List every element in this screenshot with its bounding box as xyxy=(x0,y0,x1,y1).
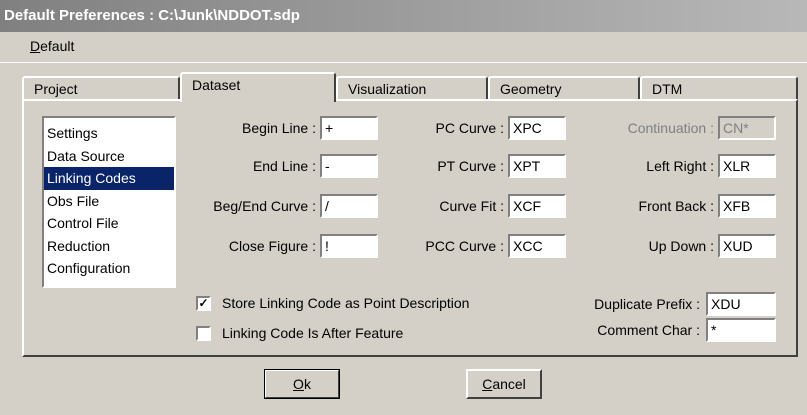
ok-rest: k xyxy=(303,376,311,392)
store-linking-code-label: Store Linking Code as Point Description xyxy=(222,295,470,311)
category-list[interactable]: Settings Data Source Linking Codes Obs F… xyxy=(42,116,176,288)
curve-fit-label: Curve Fit : xyxy=(439,198,504,214)
tab-dtm[interactable]: DTM xyxy=(640,76,798,100)
begin-line-label: Begin Line : xyxy=(242,120,316,136)
tab-dataset-label: Dataset xyxy=(192,77,241,93)
list-item-data-source[interactable]: Data Source xyxy=(44,145,174,168)
close-figure-input[interactable]: ! xyxy=(320,234,378,258)
tab-dtm-label: DTM xyxy=(652,81,683,97)
end-line-input[interactable]: - xyxy=(320,154,378,178)
left-right-label: Left Right : xyxy=(646,158,714,174)
list-item-settings[interactable]: Settings xyxy=(44,122,174,145)
left-right-input[interactable]: XLR xyxy=(718,154,776,178)
front-back-label: Front Back : xyxy=(638,198,714,214)
pcc-curve-label: PCC Curve : xyxy=(425,238,504,254)
pcc-curve-input[interactable]: XCC xyxy=(508,234,566,258)
comment-char-input[interactable]: * xyxy=(706,318,776,342)
list-item-configuration[interactable]: Configuration xyxy=(44,257,174,280)
ok-button[interactable]: Ok xyxy=(264,369,340,399)
cancel-accel: C xyxy=(482,376,493,392)
menu-bar: Default xyxy=(0,32,807,63)
list-item-obs-file[interactable]: Obs File xyxy=(44,190,174,213)
list-item-reduction[interactable]: Reduction xyxy=(44,235,174,258)
pt-curve-input[interactable]: XPT xyxy=(508,154,566,178)
up-down-label: Up Down : xyxy=(648,238,714,254)
pc-curve-label: PC Curve : xyxy=(435,120,504,136)
duplicate-prefix-input[interactable]: XDU xyxy=(706,292,776,316)
up-down-input[interactable]: XUD xyxy=(718,234,776,258)
beg-end-curve-input[interactable]: / xyxy=(320,194,378,218)
list-item-linking-codes[interactable]: Linking Codes xyxy=(44,167,174,190)
pc-curve-input[interactable]: XPC xyxy=(508,116,566,140)
tab-visualization[interactable]: Visualization xyxy=(336,76,488,100)
menu-default[interactable]: Default xyxy=(30,38,74,54)
ok-accel: O xyxy=(293,376,304,392)
end-line-label: End Line : xyxy=(252,158,316,174)
continuation-label: Continuation : xyxy=(627,120,714,136)
list-item-control-file[interactable]: Control File xyxy=(44,212,174,235)
curve-fit-input[interactable]: XCF xyxy=(508,194,566,218)
store-linking-code-checkbox[interactable]: ✓ xyxy=(196,296,211,311)
comment-char-label: Comment Char : xyxy=(597,322,700,338)
tab-visualization-label: Visualization xyxy=(348,81,427,97)
menu-default-accel: D xyxy=(30,38,41,54)
beg-end-curve-label: Beg/End Curve : xyxy=(213,198,316,214)
begin-line-input[interactable]: + xyxy=(320,116,378,140)
front-back-input[interactable]: XFB xyxy=(718,194,776,218)
pt-curve-label: PT Curve : xyxy=(437,158,504,174)
continuation-input: CN* xyxy=(718,116,776,140)
tab-project[interactable]: Project xyxy=(22,76,180,100)
window-title: Default Preferences : C:\Junk\NDDOT.sdp xyxy=(0,0,807,32)
linking-code-after-checkbox[interactable] xyxy=(196,326,211,341)
cancel-button[interactable]: Cancel xyxy=(466,369,542,399)
duplicate-prefix-label: Duplicate Prefix : xyxy=(594,296,700,312)
tab-geometry-label: Geometry xyxy=(500,81,562,97)
menu-default-rest: efault xyxy=(40,38,75,54)
cancel-rest: ancel xyxy=(492,376,526,392)
close-figure-label: Close Figure : xyxy=(228,238,316,254)
tab-dataset[interactable]: Dataset xyxy=(180,72,336,102)
tab-geometry[interactable]: Geometry xyxy=(488,76,640,100)
linking-code-after-label: Linking Code Is After Feature xyxy=(222,325,404,341)
tab-project-label: Project xyxy=(34,81,78,97)
